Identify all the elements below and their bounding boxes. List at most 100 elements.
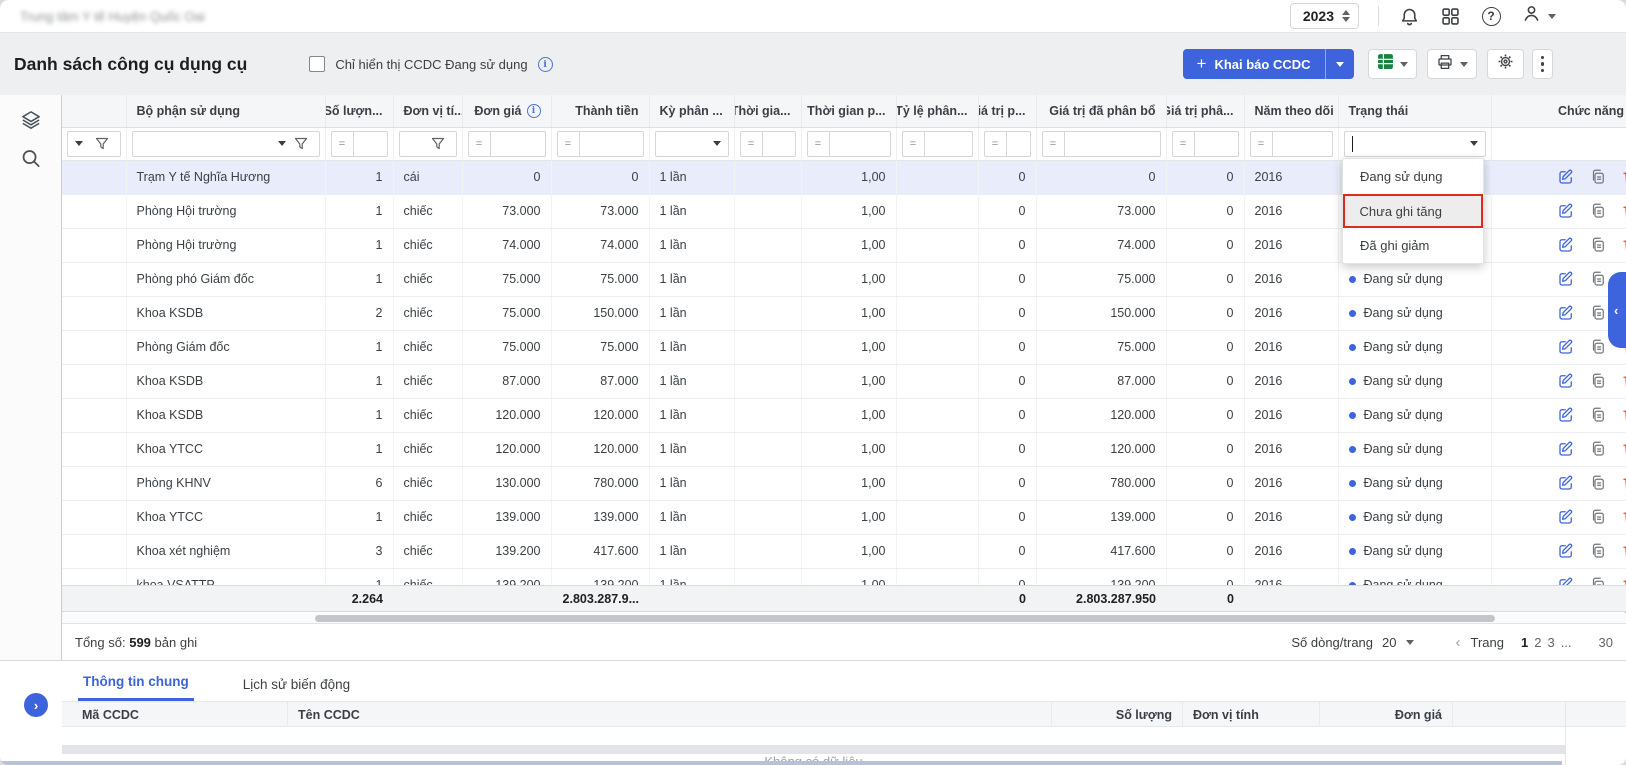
filter-val_period-input[interactable] bbox=[1007, 131, 1031, 157]
filter-funnel-icon[interactable] bbox=[428, 133, 449, 154]
equals-operator-icon[interactable]: = bbox=[557, 131, 580, 157]
column-header-unit[interactable]: Đơn vị tí... bbox=[393, 95, 462, 127]
delete-row-icon[interactable] bbox=[1620, 167, 1626, 188]
table-row[interactable]: Khoa YTCC1chiếc120.000120.0001 lần1,0001… bbox=[62, 432, 1626, 466]
equals-operator-icon[interactable]: = bbox=[331, 131, 354, 157]
side-panel-toggle[interactable]: ‹ bbox=[1608, 272, 1626, 348]
year-spinner-icon[interactable] bbox=[1342, 10, 1350, 22]
status-option[interactable]: Đã ghi giảm bbox=[1343, 228, 1483, 263]
edit-row-icon[interactable] bbox=[1556, 201, 1577, 222]
column-header-val_period[interactable]: Giá trị p... bbox=[978, 95, 1036, 127]
delete-row-icon[interactable] bbox=[1620, 371, 1626, 392]
detail-column-header[interactable]: Thành tiền bbox=[1453, 702, 1626, 727]
equals-operator-icon[interactable]: = bbox=[902, 131, 925, 157]
edit-row-icon[interactable] bbox=[1556, 507, 1577, 528]
filter-funnel-icon[interactable] bbox=[291, 133, 312, 154]
notifications-bell-icon[interactable] bbox=[1398, 5, 1420, 27]
edit-row-icon[interactable] bbox=[1556, 167, 1577, 188]
filter-funnel-icon[interactable] bbox=[92, 133, 113, 154]
page-number-1[interactable]: 1 bbox=[1521, 635, 1528, 650]
expand-sidebar-button[interactable]: › bbox=[24, 693, 48, 717]
column-header-time2[interactable]: Thời gian p... bbox=[801, 95, 896, 127]
page-number-3[interactable]: 3 bbox=[1547, 635, 1554, 650]
apps-grid-icon[interactable] bbox=[1439, 5, 1461, 27]
filter-unit_price-input[interactable] bbox=[491, 131, 546, 157]
chevron-down-icon[interactable] bbox=[1470, 141, 1478, 146]
edit-row-icon[interactable] bbox=[1556, 405, 1577, 426]
table-row[interactable]: Khoa KSDB1chiếc87.00087.0001 lần1,00087.… bbox=[62, 364, 1626, 398]
column-header-status[interactable]: Trạng thái bbox=[1338, 95, 1491, 127]
table-row[interactable]: Phòng phó Giám đốc1chiếc75.00075.0001 lầ… bbox=[62, 262, 1626, 296]
edit-row-icon[interactable] bbox=[1556, 303, 1577, 324]
copy-row-icon[interactable] bbox=[1588, 541, 1609, 562]
detail-scrollbar[interactable] bbox=[62, 745, 1565, 754]
search-icon[interactable] bbox=[19, 147, 42, 175]
copy-row-icon[interactable] bbox=[1588, 473, 1609, 494]
edit-row-icon[interactable] bbox=[1556, 269, 1577, 290]
delete-row-icon[interactable] bbox=[1620, 541, 1626, 562]
horizontal-scrollbar-thumb[interactable] bbox=[315, 615, 1495, 622]
edit-row-icon[interactable] bbox=[1556, 575, 1577, 586]
column-header-val_allocated[interactable]: Giá trị đã phân bổ bbox=[1036, 95, 1166, 127]
status-option[interactable]: Đang sử dụng bbox=[1343, 159, 1483, 194]
column-header-val_remain[interactable]: Giá trị phâ... bbox=[1166, 95, 1244, 127]
tab-active[interactable]: Thông tin chung bbox=[78, 674, 194, 701]
filter-time1-input[interactable] bbox=[763, 131, 796, 157]
copy-row-icon[interactable] bbox=[1588, 167, 1609, 188]
page-number-2[interactable]: 2 bbox=[1534, 635, 1541, 650]
edit-row-icon[interactable] bbox=[1556, 473, 1577, 494]
column-header-rate[interactable]: Tỷ lệ phân... bbox=[896, 95, 978, 127]
detail-column-header[interactable]: Số lượng bbox=[1052, 702, 1183, 727]
help-icon[interactable]: ? bbox=[1480, 5, 1502, 27]
chevron-down-icon[interactable] bbox=[75, 141, 83, 146]
delete-row-icon[interactable] bbox=[1620, 473, 1626, 494]
column-header-actions[interactable]: Chức năng bbox=[1491, 95, 1626, 127]
filter-unit-input[interactable] bbox=[407, 137, 423, 151]
column-header-period[interactable]: Kỳ phân ... bbox=[649, 95, 734, 127]
year-selector[interactable]: 2023 bbox=[1290, 3, 1359, 29]
equals-operator-icon[interactable]: = bbox=[468, 131, 491, 157]
delete-row-icon[interactable] bbox=[1620, 439, 1626, 460]
detail-column-header[interactable]: Đơn giá bbox=[1320, 702, 1453, 727]
table-row[interactable]: Khoa xét nghiệm3chiếc139.200417.6001 lần… bbox=[62, 534, 1626, 568]
delete-row-icon[interactable] bbox=[1620, 405, 1626, 426]
declare-ccdc-dropdown-button[interactable] bbox=[1326, 49, 1354, 79]
copy-row-icon[interactable] bbox=[1588, 201, 1609, 222]
page-number-30[interactable]: 30 bbox=[1599, 635, 1613, 650]
copy-row-icon[interactable] bbox=[1588, 337, 1609, 358]
edit-row-icon[interactable] bbox=[1556, 439, 1577, 460]
copy-row-icon[interactable] bbox=[1588, 269, 1609, 290]
column-header-qty[interactable]: Số lượn... bbox=[325, 95, 393, 127]
equals-operator-icon[interactable]: = bbox=[1172, 131, 1195, 157]
declare-ccdc-button[interactable]: + Khai báo CCDC bbox=[1183, 56, 1325, 72]
table-row[interactable]: Khoa KSDB1chiếc120.000120.0001 lần1,0001… bbox=[62, 398, 1626, 432]
previous-page-button[interactable]: ‹ bbox=[1456, 634, 1461, 651]
copy-row-icon[interactable] bbox=[1588, 371, 1609, 392]
copy-row-icon[interactable] bbox=[1588, 405, 1609, 426]
detail-column-header[interactable]: Đơn vị tính bbox=[1183, 702, 1320, 727]
table-row[interactable]: Khoa YTCC1chiếc139.000139.0001 lần1,0001… bbox=[62, 500, 1626, 534]
delete-row-icon[interactable] bbox=[1620, 507, 1626, 528]
copy-row-icon[interactable] bbox=[1588, 303, 1609, 324]
print-button[interactable] bbox=[1427, 49, 1477, 79]
detail-column-header[interactable]: Tên CCDC bbox=[288, 702, 1052, 727]
info-icon[interactable]: i bbox=[538, 57, 553, 72]
edit-row-icon[interactable] bbox=[1556, 541, 1577, 562]
copy-row-icon[interactable] bbox=[1588, 507, 1609, 528]
checkbox-label[interactable]: Chỉ hiển thị CCDC Đang sử dụng bbox=[335, 57, 527, 72]
delete-row-icon[interactable] bbox=[1620, 201, 1626, 222]
rows-per-page-select[interactable]: Số dòng/trang 20 bbox=[1291, 635, 1413, 650]
detail-column-header[interactable]: Mã CCDC bbox=[62, 702, 288, 727]
equals-operator-icon[interactable]: = bbox=[740, 131, 763, 157]
show-only-in-use-checkbox[interactable] bbox=[309, 56, 325, 72]
settings-button[interactable] bbox=[1487, 49, 1524, 79]
layers-icon[interactable] bbox=[19, 109, 42, 137]
filter-status-input[interactable] bbox=[1358, 137, 1465, 151]
column-header-time1[interactable]: Thời gia... bbox=[734, 95, 801, 127]
edit-row-icon[interactable] bbox=[1556, 235, 1577, 256]
table-row[interactable]: khoa VSATTP1chiếc139.200139.2001 lần1,00… bbox=[62, 568, 1626, 585]
status-option-highlighted[interactable]: Chưa ghi tăng bbox=[1343, 194, 1483, 229]
filter-time2-input[interactable] bbox=[830, 131, 891, 157]
filter-amount-input[interactable] bbox=[580, 131, 644, 157]
filter-qty-input[interactable] bbox=[354, 131, 388, 157]
